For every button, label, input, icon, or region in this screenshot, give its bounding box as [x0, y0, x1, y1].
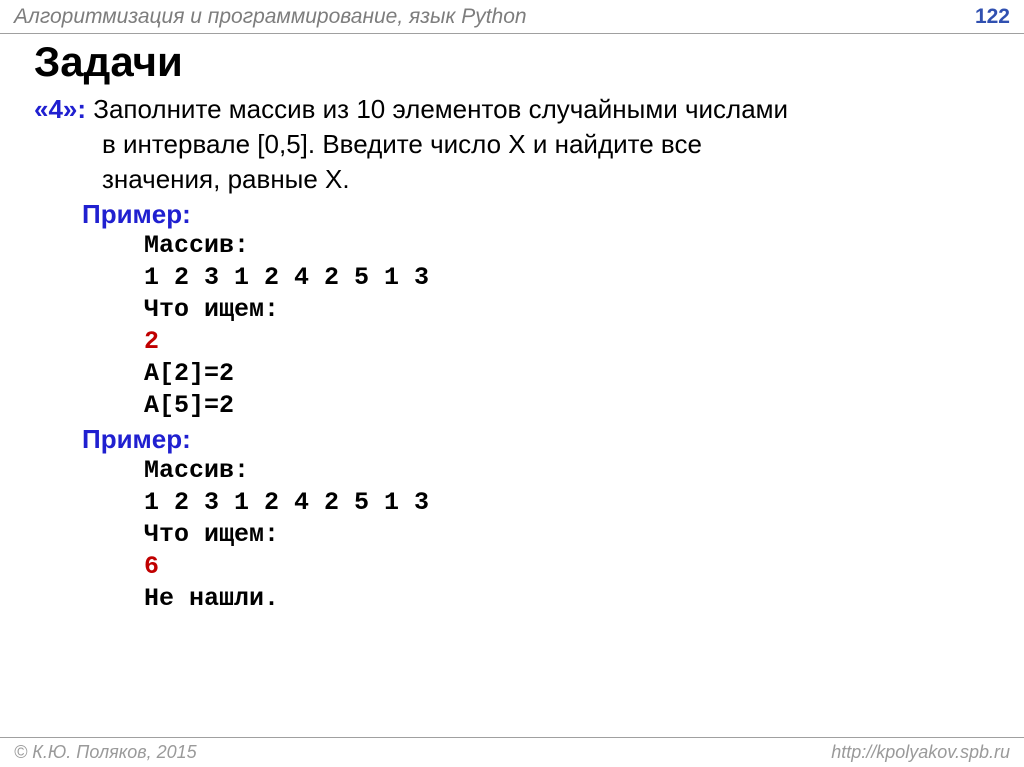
ex1-l1: Массив:	[34, 230, 990, 262]
ex1-l5: A[2]=2	[34, 358, 990, 390]
header-bar: Алгоритмизация и программирование, язык …	[0, 0, 1024, 34]
task-text-1: Заполните массив из 10 элементов случайн…	[86, 94, 788, 124]
example-label-2: Пример:	[34, 424, 990, 455]
task-line-1: «4»: Заполните массив из 10 элементов сл…	[34, 92, 990, 127]
footer-left: © К.Ю. Поляков, 2015	[14, 742, 197, 763]
header-title: Алгоритмизация и программирование, язык …	[14, 5, 527, 29]
ex1-l3: Что ищем:	[34, 294, 990, 326]
ex1-l6: A[5]=2	[34, 390, 990, 422]
ex2-l5: Не нашли.	[34, 583, 990, 615]
task-line-2: в интервале [0,5]. Введите число X и най…	[34, 127, 990, 162]
footer-right: http://kpolyakov.spb.ru	[831, 742, 1010, 763]
slide-content: Задачи «4»: Заполните массив из 10 элеме…	[0, 34, 1024, 625]
example-label-1: Пример:	[34, 199, 990, 230]
page-title: Задачи	[34, 38, 990, 86]
page-number: 122	[975, 5, 1010, 29]
ex2-l2: 1 2 3 1 2 4 2 5 1 3	[34, 487, 990, 519]
ex1-l2: 1 2 3 1 2 4 2 5 1 3	[34, 262, 990, 294]
ex2-l3: Что ищем:	[34, 519, 990, 551]
footer-bar: © К.Ю. Поляков, 2015 http://kpolyakov.sp…	[0, 737, 1024, 767]
task-line-3: значения, равные X.	[34, 162, 990, 197]
task-marker: «4»:	[34, 94, 86, 124]
ex1-l4: 2	[34, 326, 990, 358]
ex2-l4: 6	[34, 551, 990, 583]
ex2-l1: Массив:	[34, 455, 990, 487]
